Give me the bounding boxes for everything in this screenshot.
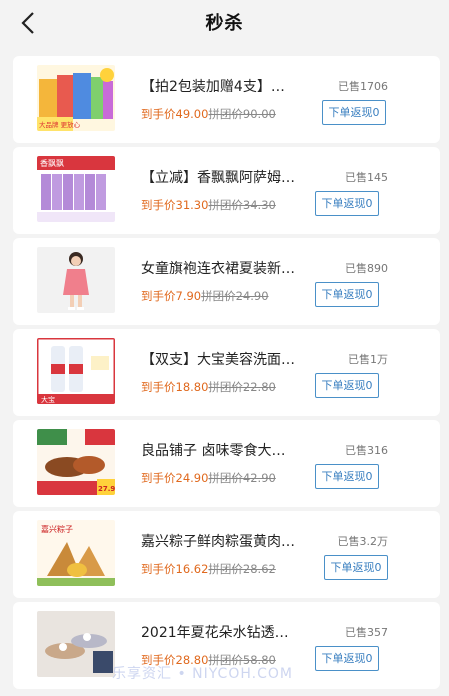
group-price: 拼团价28.62 — [208, 562, 276, 576]
price-line: 到手价24.90拼团价42.90 — [141, 470, 276, 486]
sold-count: 已售890 — [345, 262, 388, 275]
price-line: 到手价16.62拼团价28.62 — [141, 561, 276, 577]
product-name: 【立减】香飘飘阿萨姆… — [141, 170, 295, 186]
product-name: 良品铺子 卤味零食大… — [141, 443, 286, 459]
thumb-text: 27.9 — [98, 485, 115, 493]
top-bar: 秒杀 — [0, 0, 449, 46]
product-name: 【双支】大宝美容洗面… — [141, 352, 295, 368]
product-image: 嘉兴粽子 — [37, 520, 115, 586]
product-card[interactable]: 大宝 【双支】大宝美容洗面… 已售1万 到手价18.80拼团价22.80 下单返… — [13, 329, 440, 416]
sold-count: 已售1万 — [348, 353, 388, 366]
deal-price: 到手价16.62 — [141, 562, 209, 576]
deal-price: 到手价31.30 — [141, 198, 209, 212]
product-card[interactable]: 女童旗袍连衣裙夏装新… 已售890 到手价7.90拼团价24.90 下单返现0 — [13, 238, 440, 325]
product-image — [37, 611, 115, 677]
product-image: 香飘飘 — [37, 156, 115, 222]
price-line: 到手价49.00拼团价90.00 — [141, 106, 276, 122]
order-cashback-button[interactable]: 下单返现0 — [315, 646, 379, 671]
product-card[interactable]: 大品牌 更放心 【拍2包装加赠4支】… 已售1706 到手价49.00拼团价90… — [13, 56, 440, 143]
product-name: 2021年夏花朵水钻透… — [141, 625, 289, 641]
group-price: 拼团价34.30 — [208, 198, 276, 212]
order-cashback-button[interactable]: 下单返现0 — [315, 282, 379, 307]
product-name: 嘉兴粽子鲜肉粽蛋黄肉… — [141, 534, 295, 550]
page-title: 秒杀 — [205, 13, 244, 34]
product-image: 大宝 — [37, 338, 115, 404]
product-card[interactable]: 香飘飘 【立减】香飘飘阿萨姆… 已售145 到手价31.30拼团价34.30 下… — [13, 147, 440, 234]
price-line: 到手价31.30拼团价34.30 — [141, 197, 276, 213]
product-card[interactable]: 27.9 良品铺子 卤味零食大… 已售316 到手价24.90拼团价42.90 … — [13, 420, 440, 507]
group-price: 拼团价42.90 — [208, 471, 276, 485]
order-cashback-button[interactable]: 下单返现0 — [324, 555, 388, 580]
product-image: 大品牌 更放心 — [37, 65, 115, 131]
watermark: 乐享资汇 • NIYCOH.COM — [112, 666, 293, 682]
product-card[interactable]: 嘉兴粽子 嘉兴粽子鲜肉粽蛋黄肉… 已售3.2万 到手价16.62拼团价28.62… — [13, 511, 440, 598]
sold-count: 已售316 — [345, 444, 388, 457]
product-image: 27.9 — [37, 429, 115, 495]
thumb-text: 大宝 — [41, 395, 55, 404]
sold-count: 已售145 — [345, 171, 388, 184]
sold-count: 已售3.2万 — [337, 535, 389, 548]
deal-price: 到手价18.80 — [141, 380, 209, 394]
product-image — [37, 247, 115, 313]
product-name: 【拍2包装加赠4支】… — [141, 79, 285, 95]
group-price: 拼团价90.00 — [208, 107, 276, 121]
price-line: 到手价18.80拼团价22.80 — [141, 379, 276, 395]
deal-price: 到手价7.90 — [141, 289, 202, 303]
order-cashback-button[interactable]: 下单返现0 — [315, 464, 379, 489]
order-cashback-button[interactable]: 下单返现0 — [315, 191, 379, 216]
group-price: 拼团价24.90 — [201, 289, 269, 303]
group-price: 拼团价22.80 — [208, 380, 276, 394]
order-cashback-button[interactable]: 下单返现0 — [322, 100, 386, 125]
price-line: 到手价7.90拼团价24.90 — [141, 288, 269, 304]
sold-count: 已售1706 — [338, 80, 388, 93]
thumb-text: 大品牌 更放心 — [39, 120, 81, 129]
order-cashback-button[interactable]: 下单返现0 — [315, 373, 379, 398]
thumb-text: 香飘飘 — [40, 158, 64, 168]
deal-price: 到手价49.00 — [141, 107, 209, 121]
deal-price: 到手价24.90 — [141, 471, 209, 485]
thumb-text: 嘉兴粽子 — [41, 524, 73, 534]
product-name: 女童旗袍连衣裙夏装新… — [141, 261, 295, 277]
sold-count: 已售357 — [345, 626, 388, 639]
